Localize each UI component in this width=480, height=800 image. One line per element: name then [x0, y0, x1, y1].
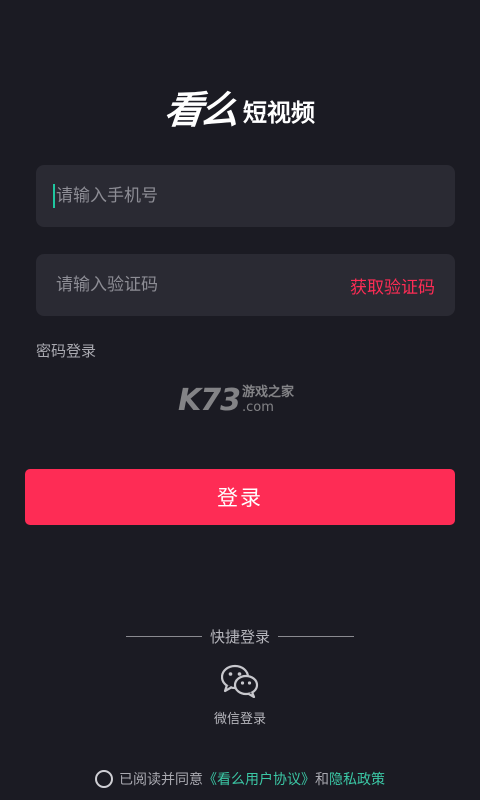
password-login-link[interactable]: 密码登录 [36, 340, 96, 361]
quick-login-divider: 快捷登录 [0, 625, 480, 647]
agreement-prefix: 已阅读并同意 [119, 772, 203, 788]
agreement-row: 已阅读并同意 《看么用户协议》 和 隐私政策 [0, 768, 480, 790]
code-input[interactable] [36, 254, 350, 316]
code-field[interactable]: 获取验证码 [36, 254, 455, 316]
agree-checkbox-icon[interactable] [95, 770, 113, 788]
login-screen: 看么 短视频 获取验证码 密码登录 K73 游戏之家 .com 登录 快捷登录 [0, 0, 480, 800]
wechat-login-button[interactable]: 微信登录 [200, 664, 280, 739]
phone-field[interactable] [36, 165, 455, 227]
watermark-big: K73 [178, 382, 241, 418]
divider-line-right [278, 635, 354, 637]
login-button[interactable]: 登录 [25, 469, 455, 525]
user-agreement-link[interactable]: 《看么用户协议》 [203, 769, 315, 789]
wechat-login-label: 微信登录 [213, 712, 266, 727]
text-caret [53, 184, 55, 208]
watermark-top: 游戏之家 [242, 385, 295, 400]
quick-login-label: 快捷登录 [209, 627, 270, 646]
divider-line-left [125, 635, 202, 637]
get-code-button[interactable]: 获取验证码 [350, 273, 455, 298]
app-logo: 看么 短视频 [0, 82, 480, 132]
phone-input[interactable] [36, 165, 455, 227]
logo-sub-text: 短视频 [243, 99, 315, 127]
logo-main-text: 看么 [162, 88, 240, 132]
wechat-icon [221, 664, 259, 698]
privacy-policy-link[interactable]: 隐私政策 [329, 769, 385, 789]
watermark-bottom: .com [242, 400, 274, 415]
watermark-side: 游戏之家 .com [242, 385, 294, 415]
watermark: K73 游戏之家 .com [178, 380, 308, 420]
agreement-and: 和 [315, 772, 329, 788]
